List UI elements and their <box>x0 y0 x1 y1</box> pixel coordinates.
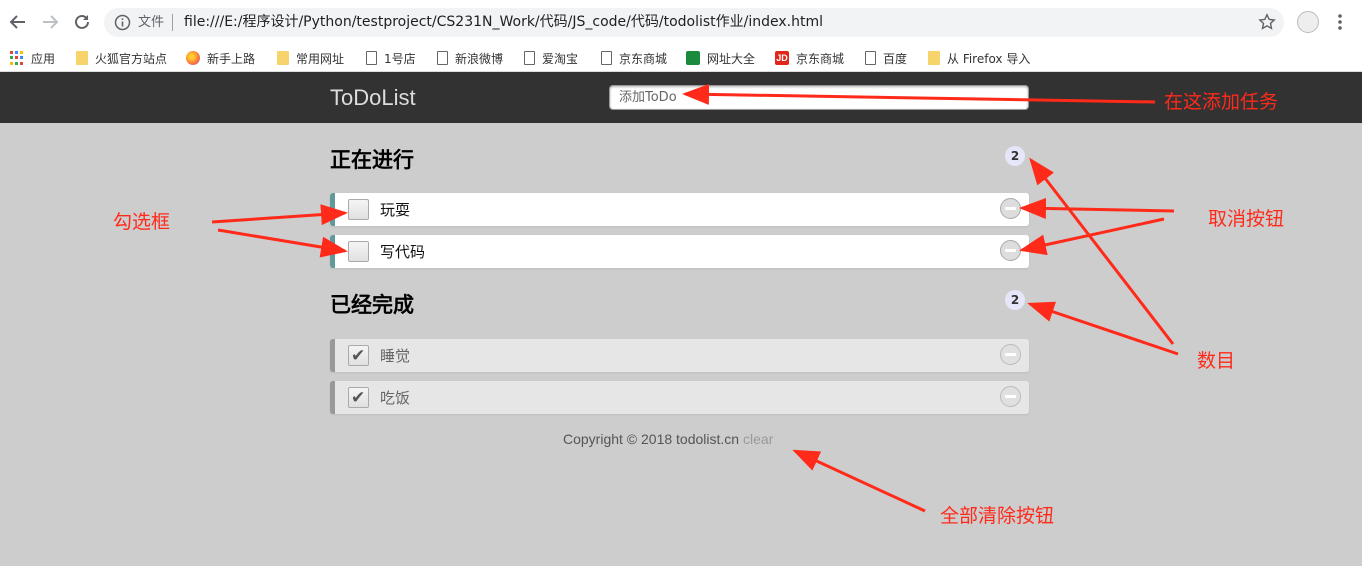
annotation-cancel-button: 取消按钮 <box>1208 208 1285 230</box>
done-item: ✔ 睡觉 <box>330 339 1029 372</box>
copyright-text: Copyright © 2018 todolist.cn <box>563 431 743 447</box>
doing-item: 写代码 <box>330 235 1029 268</box>
page-icon <box>524 51 535 65</box>
profile-avatar[interactable] <box>1297 11 1319 33</box>
bookmark-label: 常用网址 <box>296 51 345 66</box>
bookmarks-bar: 应用 火狐官方站点 新手上路 常用网址 1号店 新浪微博 爱淘宝 京东商城 网址… <box>0 44 1362 72</box>
bookmark-star-icon[interactable] <box>1258 13 1276 31</box>
folder-icon <box>928 51 940 65</box>
scheme-label: 文件 <box>138 15 165 30</box>
bookmark-label: 从 Firefox 导入 <box>947 51 1031 66</box>
folder-icon <box>76 51 88 65</box>
annotation-checkbox: 勾选框 <box>113 211 171 233</box>
annotation-count: 数目 <box>1197 350 1236 372</box>
bookmark-label: 新手上路 <box>207 51 256 66</box>
remove-todo-button[interactable] <box>1000 240 1021 261</box>
app-header: ToDoList <box>0 72 1362 123</box>
reload-button[interactable] <box>68 8 96 36</box>
bookmark-label: 百度 <box>883 51 908 66</box>
app-title: ToDoList <box>330 85 416 110</box>
doing-count-badge: 2 <box>1005 146 1025 166</box>
remove-todo-button[interactable] <box>1000 344 1021 365</box>
back-button[interactable] <box>4 8 32 36</box>
todo-text: 睡觉 <box>380 347 411 365</box>
todo-text: 写代码 <box>380 243 426 261</box>
bookmark-label: 京东商城 <box>619 51 668 66</box>
footer: Copyright © 2018 todolist.cn clear <box>563 430 773 448</box>
arrow-clear <box>792 449 926 513</box>
checkmark-icon: ✔ <box>351 346 366 366</box>
bookmark-label: 爱淘宝 <box>542 51 579 66</box>
firefox-icon <box>186 51 200 65</box>
todo-text: 吃饭 <box>380 389 411 407</box>
bookmark-label: 应用 <box>31 51 56 66</box>
annotation-add-task: 在这添加任务 <box>1164 91 1279 113</box>
bookmark-label: 火狐官方站点 <box>95 51 168 66</box>
info-icon <box>114 14 131 31</box>
bookmark-aitaobao[interactable]: 爱淘宝 <box>524 48 578 68</box>
todo-checkbox-checked[interactable]: ✔ <box>348 387 369 408</box>
arrow-checkbox-1 <box>211 204 348 226</box>
done-count-badge: 2 <box>1005 290 1025 310</box>
bookmark-jd-2[interactable]: JD 京东商城 <box>775 48 844 68</box>
arrow-checkbox-2 <box>217 228 348 258</box>
address-bar[interactable]: 文件 file:///E:/程序设计/Python/testproject/CS… <box>104 8 1284 37</box>
bookmark-weibo[interactable]: 新浪微博 <box>437 48 503 68</box>
page-icon <box>437 51 448 65</box>
done-section-title: 已经完成 <box>330 293 414 317</box>
forward-button[interactable] <box>36 8 64 36</box>
clear-all-link[interactable]: clear <box>743 431 773 447</box>
forward-arrow-icon <box>43 15 59 29</box>
bookmark-apps[interactable]: 应用 <box>10 48 55 68</box>
green-site-icon <box>686 51 700 65</box>
bookmark-yhd[interactable]: 1号店 <box>366 48 416 68</box>
add-todo-input[interactable] <box>609 85 1029 110</box>
doing-item: 玩耍 <box>330 193 1029 226</box>
todo-checkbox-checked[interactable]: ✔ <box>348 345 369 366</box>
reload-icon <box>75 14 89 29</box>
browser-toolbar: 文件 file:///E:/程序设计/Python/testproject/CS… <box>0 0 1362 44</box>
menu-dots-icon[interactable] <box>1330 12 1350 32</box>
bookmark-url-directory[interactable]: 网址大全 <box>686 48 755 68</box>
todo-text: 玩耍 <box>380 201 411 219</box>
bookmark-label: 1号店 <box>384 51 416 66</box>
doing-section-title: 正在进行 <box>330 148 414 172</box>
jd-icon: JD <box>775 51 789 65</box>
todo-checkbox[interactable] <box>348 199 369 220</box>
bookmark-jd-1[interactable]: 京东商城 <box>601 48 667 68</box>
remove-todo-button[interactable] <box>1000 198 1021 219</box>
apps-icon <box>10 51 24 65</box>
done-item: ✔ 吃饭 <box>330 381 1029 414</box>
page-icon <box>601 51 612 65</box>
arrow-cancel-1 <box>1019 197 1175 219</box>
arrow-cancel-2 <box>1019 217 1165 256</box>
folder-icon <box>277 51 289 65</box>
bookmark-import-firefox[interactable]: 从 Firefox 导入 <box>928 48 1030 68</box>
checkmark-icon: ✔ <box>351 388 366 408</box>
bookmark-label: 京东商城 <box>796 51 845 66</box>
remove-todo-button[interactable] <box>1000 386 1021 407</box>
annotation-clear-all: 全部清除按钮 <box>940 505 1055 527</box>
arrow-count-1 <box>1029 157 1175 345</box>
bookmark-firefox-official[interactable]: 火狐官方站点 <box>76 48 167 68</box>
bookmark-label: 新浪微博 <box>455 51 504 66</box>
bookmark-common-sites[interactable]: 常用网址 <box>277 48 344 68</box>
arrow-count-2 <box>1027 301 1179 356</box>
back-arrow-icon <box>9 15 25 29</box>
page-icon <box>366 51 377 65</box>
bookmark-label: 网址大全 <box>707 51 756 66</box>
page-icon <box>865 51 876 65</box>
omnibox-divider <box>172 14 173 31</box>
url-text[interactable]: file:///E:/程序设计/Python/testproject/CS231… <box>184 13 823 32</box>
bookmark-baidu[interactable]: 百度 <box>865 48 907 68</box>
todo-checkbox[interactable] <box>348 241 369 262</box>
bookmark-getting-started[interactable]: 新手上路 <box>186 48 255 68</box>
